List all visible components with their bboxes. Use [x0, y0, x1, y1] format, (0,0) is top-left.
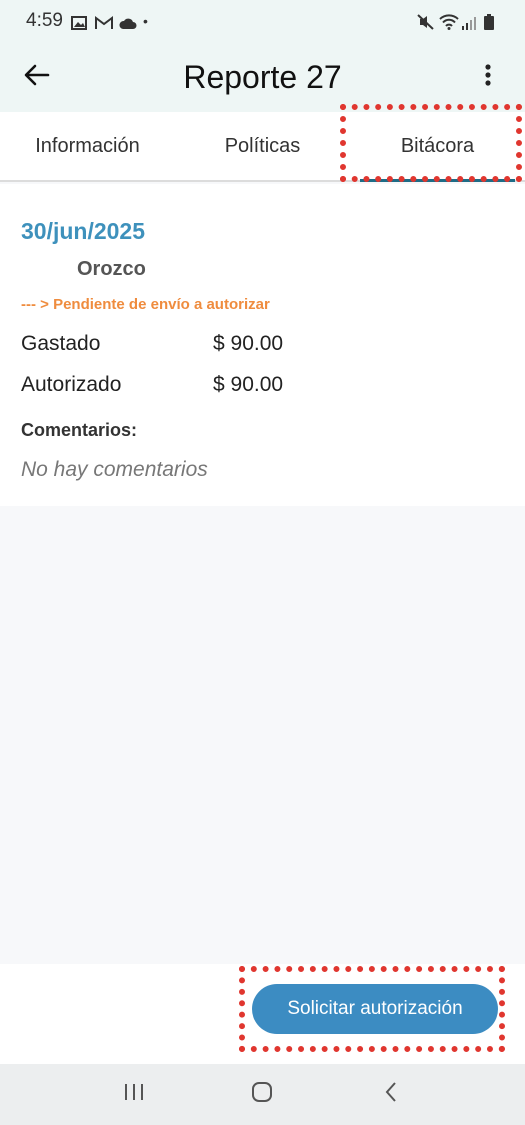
entry-status: --- > Pendiente de envío a autorizar: [21, 296, 270, 313]
authorized-label: Autorizado: [21, 373, 122, 396]
wifi-icon: [439, 14, 459, 30]
authorized-value: $ 90.00: [213, 373, 284, 396]
comments-label: Comentarios:: [21, 420, 138, 440]
tab-label: Bitácora: [400, 134, 475, 157]
back-nav-button[interactable]: [366, 1075, 416, 1115]
dot-icon: •: [142, 13, 148, 29]
home-button[interactable]: [237, 1075, 287, 1115]
log-entry-card: 30/jun/2025 Orozco --- > Pendiente de en…: [0, 184, 525, 506]
recent-apps-icon: [123, 1082, 145, 1107]
status-time: 4:59: [26, 10, 63, 31]
tab-bar: Información Políticas Bitácora: [0, 112, 525, 182]
tab-bitacora[interactable]: Bitácora: [350, 112, 525, 182]
tab-informacion[interactable]: Información: [0, 112, 175, 180]
comments-empty-text: No hay comentarios: [21, 458, 208, 481]
authorized-row: Autorizado $ 90.00: [21, 373, 283, 397]
more-vertical-icon: [484, 63, 492, 92]
status-left: 4:59 •: [26, 10, 148, 32]
gmail-icon: [94, 14, 113, 29]
home-icon: [251, 1081, 273, 1108]
action-area: Solicitar autorización: [0, 964, 525, 1064]
status-right: [417, 14, 499, 30]
page-title: Reporte 27: [183, 58, 342, 95]
arrow-left-icon: [24, 64, 50, 91]
spent-row: Gastado $ 90.00: [21, 332, 283, 356]
more-options-button[interactable]: [469, 58, 507, 96]
tab-label: Información: [35, 134, 140, 157]
request-authorization-button[interactable]: Solicitar autorización: [252, 984, 498, 1034]
cloud-icon: [119, 14, 137, 29]
spent-value: $ 90.00: [213, 332, 284, 355]
app-bar: Reporte 27: [0, 42, 525, 112]
image-icon: [70, 14, 87, 30]
mute-icon: [417, 14, 434, 30]
signal-icon: [461, 14, 477, 30]
battery-icon: [483, 14, 499, 30]
tab-label: Políticas: [224, 134, 301, 157]
tab-politicas[interactable]: Políticas: [175, 112, 350, 180]
entry-user: Orozco: [77, 258, 146, 280]
recent-apps-button[interactable]: [109, 1075, 159, 1115]
status-bar: 4:59 •: [0, 0, 525, 42]
entry-date: 30/jun/2025: [21, 218, 146, 244]
system-nav-bar: [0, 1064, 525, 1125]
chevron-left-icon: [384, 1081, 398, 1108]
back-button[interactable]: [18, 58, 56, 96]
spent-label: Gastado: [21, 332, 101, 355]
